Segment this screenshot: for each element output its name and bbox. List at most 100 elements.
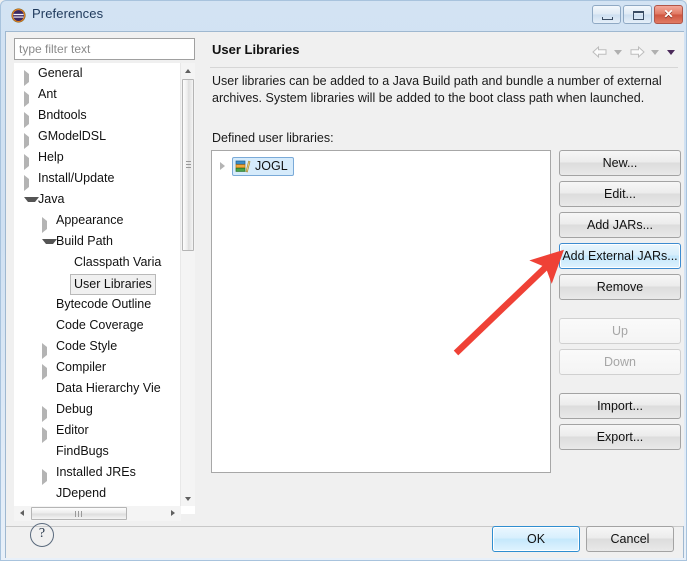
chevron-down-icon [185,497,191,501]
eclipse-sphere-icon [11,8,26,23]
sidebar-item-label: User Libraries [70,274,156,295]
sidebar-item-label: Bndtools [38,108,87,122]
expand-triangle-icon[interactable] [220,162,225,170]
tree-list: General Ant Bndtools GModelDSL Help Install/U… [14,63,182,506]
sidebar-item-compiler[interactable]: Compiler [14,357,182,380]
sidebar-item-jdepend[interactable]: JDepend [14,483,182,504]
cancel-button[interactable]: Cancel [586,526,674,552]
sidebar-item-label: Help [38,150,64,164]
defined-libraries-label: Defined user libraries: [212,131,334,145]
maximize-button[interactable] [623,5,652,24]
library-books-icon [235,160,251,173]
sidebar-item-label: Bytecode Outline [56,297,152,311]
preferences-dialog: Preferences ✕ General Ant Bndtools GModelDS… [0,0,687,561]
close-button[interactable]: ✕ [654,5,683,24]
remove-button[interactable]: Remove [559,274,681,300]
sidebar-item-label: Build Path [56,234,113,248]
sidebar-item-installed-jres[interactable]: Installed JREs [14,462,182,485]
library-name: JOGL [255,159,288,173]
sidebar-item-code-coverage[interactable]: Code Coverage [14,315,182,336]
sidebar-item-install-update[interactable]: Install/Update [14,168,182,191]
grip-icon [75,511,83,517]
sidebar-item-data-hierarchy-vie[interactable]: Data Hierarchy Vie [14,378,182,399]
title-bar: Preferences ✕ [1,1,686,31]
close-icon: ✕ [663,7,674,21]
sidebar-item-java[interactable]: Java [14,189,182,210]
sidebar-item-gmodeldsl[interactable]: GModelDSL [14,126,182,149]
sidebar-item-general[interactable]: General [14,63,182,86]
button-group-spacer [559,380,681,393]
edit-button[interactable]: Edit... [559,181,681,207]
button-group-spacer [559,305,681,318]
forward-dropdown-icon[interactable] [649,45,662,59]
horizontal-scroll-thumb[interactable] [31,507,127,520]
import-button[interactable]: Import... [559,393,681,419]
sidebar-item-debug[interactable]: Debug [14,399,182,422]
sidebar-item-bndtools[interactable]: Bndtools [14,105,182,128]
scroll-left-button[interactable] [14,506,29,521]
sidebar-item-label: Data Hierarchy Vie [56,381,161,395]
sidebar-item-label: GModelDSL [38,129,107,143]
chevron-left-icon [20,510,24,516]
page-title: User Libraries [212,42,300,57]
sidebar-item-label: Installed JREs [56,465,136,479]
tree-vertical-scrollbar[interactable] [180,63,195,506]
scroll-up-button[interactable] [181,63,195,78]
sidebar-item-label: Java [38,192,65,206]
sidebar-item-classpath-varia[interactable]: Classpath Varia [14,252,182,273]
collapse-triangle-icon[interactable] [42,239,57,252]
sidebar-item-label: General [38,66,83,80]
collapse-triangle-icon[interactable] [24,197,39,210]
scroll-right-button[interactable] [166,506,181,521]
sidebar-item-label: Code Style [56,339,118,353]
sidebar-item-code-style[interactable]: Code Style [14,336,182,359]
chevron-right-icon [171,510,175,516]
list-item[interactable]: JOGL [220,156,294,176]
page-panel: User Libraries User libraries can be add… [204,32,684,526]
maximize-icon [633,11,644,20]
sidebar-item-findbugs[interactable]: FindBugs [14,441,182,462]
minimize-icon [602,17,613,20]
page-nav-icons [591,45,678,59]
sidebar-item-label: Code Coverage [56,318,144,332]
ok-button[interactable]: OK [492,526,580,552]
title-divider [210,67,678,68]
chevron-up-icon [185,69,191,73]
sidebar-item-editor[interactable]: Editor [14,420,182,443]
export-button[interactable]: Export... [559,424,681,450]
sidebar-item-build-path[interactable]: Build Path [14,231,182,252]
up-button: Up [559,318,681,344]
back-arrow-icon[interactable] [591,45,609,59]
add-external-jars-button[interactable]: Add External JARs... [559,243,681,269]
sidebar-item-help[interactable]: Help [14,147,182,170]
minimize-button[interactable] [592,5,621,24]
grip-icon [186,161,191,169]
sidebar-item-ant[interactable]: Ant [14,84,182,107]
forward-arrow-icon[interactable] [628,45,646,59]
vertical-scroll-thumb[interactable] [182,79,194,251]
sidebar-item-label: JDepend [56,486,107,500]
back-dropdown-icon[interactable] [612,45,625,59]
sidebar-item-appearance[interactable]: Appearance [14,210,182,233]
sidebar-item-user-libraries[interactable]: User Libraries [14,273,182,295]
sidebar-item-bytecode-outline[interactable]: Bytecode Outline [14,294,182,315]
sidebar-item-label: Debug [56,402,93,416]
sidebar-item-label: Editor [56,423,89,437]
tree-horizontal-scrollbar[interactable] [14,506,181,521]
sidebar-item-label: Install/Update [38,171,115,185]
window-title: Preferences [32,6,104,21]
window-frame: Preferences ✕ General Ant Bndtools GModelDS… [0,0,687,561]
preferences-tree[interactable]: General Ant Bndtools GModelDSL Help Install/U… [14,63,195,514]
down-button: Down [559,349,681,375]
scroll-down-button[interactable] [181,491,195,506]
add-jars-button[interactable]: Add JARs... [559,212,681,238]
help-icon[interactable]: ? [30,523,54,547]
library-entry-jogl[interactable]: JOGL [232,156,294,176]
new-button[interactable]: New... [559,150,681,176]
user-libraries-list[interactable]: JOGL [211,150,551,473]
filter-input[interactable] [14,38,195,60]
sidebar-item-label: Appearance [56,213,124,227]
page-description: User libraries can be added to a Java Bu… [212,74,662,105]
dialog-body: General Ant Bndtools GModelDSL Help Install/U… [5,31,684,558]
view-menu-icon[interactable] [665,45,678,59]
